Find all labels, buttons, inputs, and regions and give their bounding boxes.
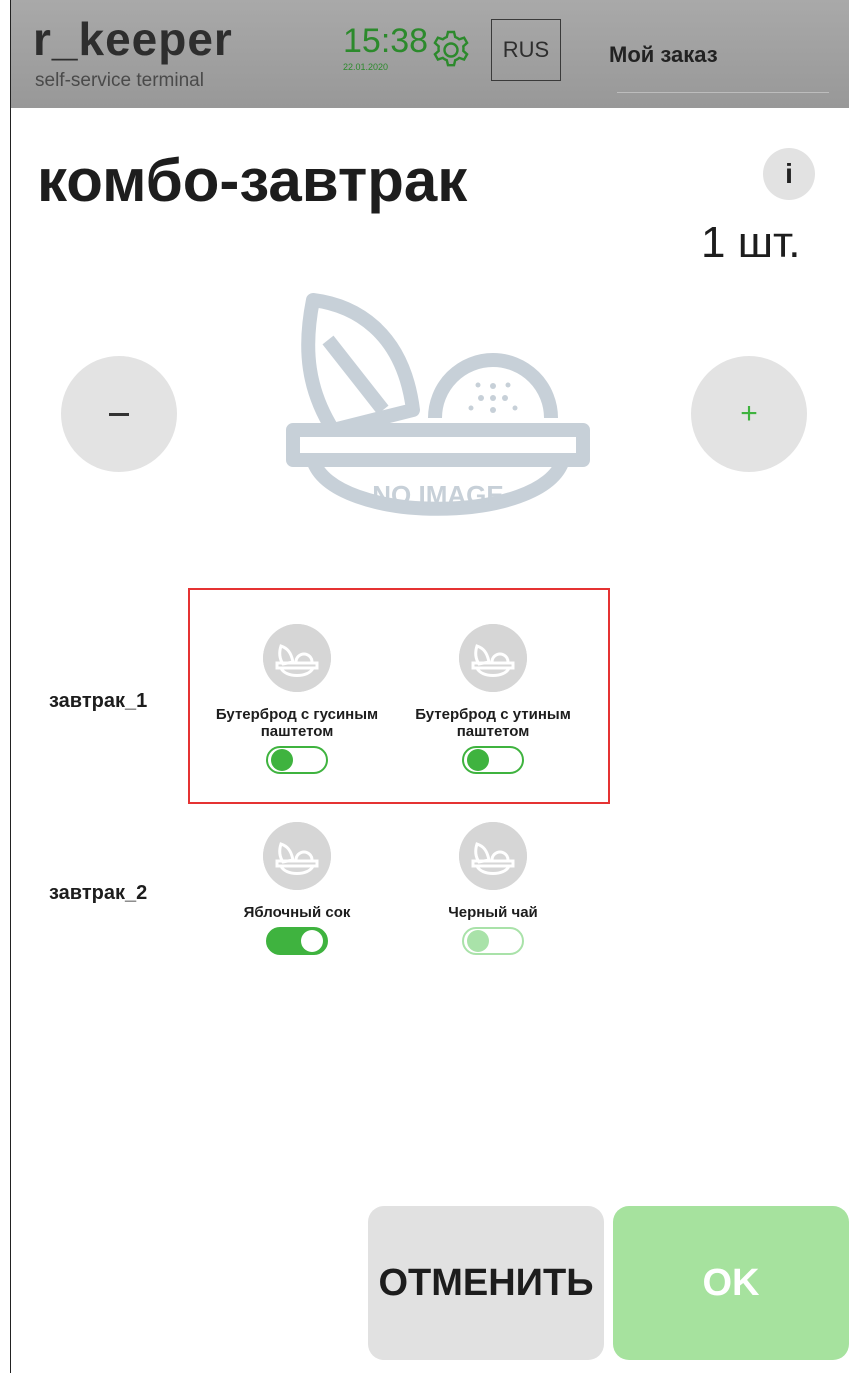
option-name: Бутерброд с утиным паштетом — [415, 706, 571, 740]
decrease-quantity-button[interactable] — [61, 356, 177, 472]
option-toggle[interactable] — [462, 746, 524, 774]
no-image-placeholder-icon: NO IMAGE — [286, 293, 590, 516]
toggle-knob — [301, 930, 323, 952]
minus-icon — [109, 412, 129, 416]
option-duck-pate-sandwich[interactable]: Бутерброд с утиным паштетом — [401, 624, 585, 774]
product-title: комбо-завтрак — [37, 147, 468, 214]
no-image-thumbnail-icon — [459, 822, 527, 890]
clock-time: 15:38 — [343, 22, 429, 60]
option-name: Черный чай — [448, 904, 538, 921]
option-toggle[interactable] — [266, 746, 328, 774]
group-label-breakfast-2: завтрак_2 — [49, 882, 148, 904]
clock-date: 22.01.2020 — [343, 62, 389, 72]
toggle-knob — [467, 930, 489, 952]
group-label-breakfast-1: завтрак_1 — [49, 690, 148, 712]
option-toggle[interactable] — [462, 927, 524, 955]
order-divider — [617, 92, 829, 93]
quantity-value: 1 шт. — [701, 218, 801, 267]
increase-quantity-button[interactable]: + — [691, 356, 807, 472]
no-image-thumbnail-icon — [263, 624, 331, 692]
no-image-thumbnail-icon — [459, 624, 527, 692]
gear-icon[interactable] — [429, 28, 473, 72]
option-toggle[interactable] — [266, 927, 328, 955]
toggle-knob — [467, 749, 489, 771]
ok-button[interactable]: OK — [613, 1206, 849, 1360]
option-apple-juice[interactable]: Яблочный сок — [205, 822, 389, 955]
option-goose-pate-sandwich[interactable]: Бутерброд с гусиным паштетом — [205, 624, 389, 774]
option-name: Бутерброд с гусиным паштетом — [215, 706, 379, 740]
language-button[interactable]: RUS — [491, 19, 561, 81]
my-order-link[interactable]: Мой заказ — [609, 42, 718, 68]
logo-subtitle: self-service terminal — [35, 70, 204, 91]
no-image-text: NO IMAGE — [372, 480, 503, 510]
info-button[interactable]: i — [763, 148, 815, 200]
option-name: Яблочный сок — [243, 904, 351, 921]
no-image-thumbnail-icon — [263, 822, 331, 890]
option-black-tea[interactable]: Черный чай — [401, 822, 585, 955]
top-bar: r_keeper self-service terminal 15:38 22.… — [11, 0, 849, 108]
toggle-knob — [271, 749, 293, 771]
cancel-button[interactable]: ОТМЕНИТЬ — [368, 1206, 604, 1360]
terminal-screen: r_keeper self-service terminal 15:38 22.… — [10, 0, 849, 1373]
plus-icon: + — [740, 397, 758, 430]
logo: r_keeper — [33, 13, 233, 65]
